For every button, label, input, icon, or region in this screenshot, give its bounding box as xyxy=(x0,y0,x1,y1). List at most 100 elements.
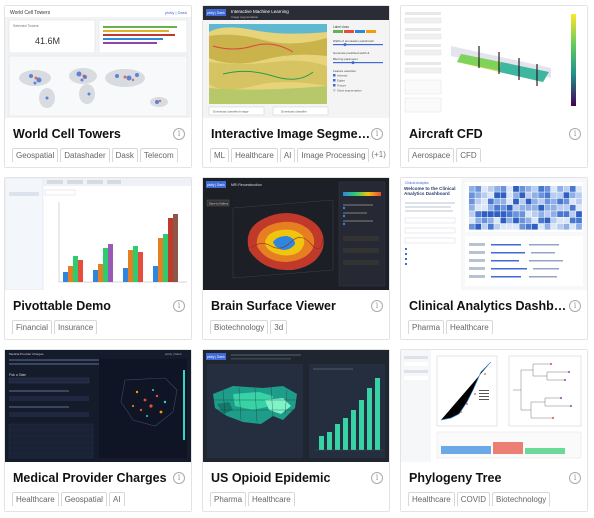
app-thumbnail[interactable] xyxy=(401,350,587,462)
app-title[interactable]: Interactive Image Segmenta... xyxy=(211,127,371,141)
tag[interactable]: Datashader xyxy=(60,148,110,162)
heatmap-cell xyxy=(519,186,526,192)
width-label: Width of annotation paintbrush xyxy=(333,39,374,43)
thumb-header: World Cell Towers xyxy=(10,10,51,16)
heatmap-cell xyxy=(513,198,519,205)
heatmap-cell xyxy=(525,217,532,224)
tag[interactable]: Pharma xyxy=(210,492,247,506)
info-icon[interactable]: i xyxy=(173,300,185,312)
heatmap-cell xyxy=(538,223,545,230)
download-image-button: Download classified image xyxy=(213,110,249,114)
tag-list: Pharma Healthcare xyxy=(210,492,388,506)
info-icon[interactable]: i xyxy=(173,472,185,484)
heatmap-cell xyxy=(557,198,563,205)
tag[interactable]: 3d xyxy=(270,320,288,334)
heatmap-cell xyxy=(538,186,545,192)
app-card-aircraft-cfd[interactable]: Aircraft CFD i Aerospace CFD xyxy=(400,5,588,168)
info-icon[interactable]: i xyxy=(569,472,581,484)
tag[interactable]: ML xyxy=(210,148,230,162)
app-title[interactable]: World Cell Towers xyxy=(13,127,173,141)
tag[interactable]: Insurance xyxy=(54,320,98,334)
app-card-phylogeny-tree[interactable]: Phylogeny Tree i Healthcare COVID Biotechn… xyxy=(400,349,588,512)
info-icon[interactable]: i xyxy=(173,128,185,140)
heatmap-cell xyxy=(481,186,488,192)
tag-list: Financial Insurance xyxy=(12,320,190,334)
app-gallery: World Cell Towers plotly | Dash Selected… xyxy=(0,0,594,518)
app-title[interactable]: US Opioid Epidemic xyxy=(211,471,371,485)
app-thumbnail[interactable] xyxy=(401,6,587,118)
app-card-brain-surface-viewer[interactable]: plotly | Dash MRI Reconstruction Save to… xyxy=(202,177,390,340)
tag[interactable]: Biotechnology xyxy=(210,320,269,334)
heatmap-cell xyxy=(487,204,494,211)
tag[interactable]: CFD xyxy=(456,148,481,162)
tag[interactable]: Image Processing xyxy=(297,148,370,162)
tag[interactable]: Healthcare xyxy=(231,148,278,162)
tag[interactable]: COVID xyxy=(456,492,491,506)
tag[interactable]: AI xyxy=(108,492,125,506)
heatmap-cell xyxy=(487,217,494,224)
more-tags-count[interactable]: (+1) xyxy=(371,148,385,162)
app-thumbnail[interactable]: plotly | Dash MRI Reconstruction Save to… xyxy=(203,178,389,290)
app-thumbnail[interactable]: World Cell Towers plotly | Dash Selected… xyxy=(5,6,191,118)
info-icon[interactable]: i xyxy=(569,128,581,140)
heatmap-cell xyxy=(475,198,482,205)
dash-logo: plotly | Dash xyxy=(207,183,225,187)
heatmap-cell xyxy=(525,204,532,211)
heatmap-cell xyxy=(500,217,507,224)
heatmap-cell xyxy=(557,204,563,211)
heatmap-cell xyxy=(550,204,557,211)
tag[interactable]: Geospatial xyxy=(60,492,107,506)
heatmap-cell xyxy=(525,192,532,199)
tag[interactable]: Geospatial xyxy=(12,148,59,162)
heatmap-cell xyxy=(513,217,519,224)
app-card-medical-provider-charges[interactable]: Medical Provider Charges plotly | Dash P… xyxy=(4,349,192,512)
heatmap-cell xyxy=(525,186,532,192)
prob-label: Generate predicted width & xyxy=(333,51,369,55)
thumb-header: Medical Provider Charges xyxy=(9,352,44,356)
info-icon[interactable]: i xyxy=(371,472,383,484)
app-card-us-opioid-epidemic[interactable]: plotly | Dash US Opioid Epidemic i Pharm… xyxy=(202,349,390,512)
app-title[interactable]: Brain Surface Viewer xyxy=(211,299,371,313)
app-title[interactable]: Clinical Analytics Dashboard xyxy=(409,299,569,313)
tag[interactable]: Dask xyxy=(111,148,138,162)
app-card-world-cell-towers[interactable]: World Cell Towers plotly | Dash Selected… xyxy=(4,5,192,168)
heatmap-cell xyxy=(494,186,500,192)
app-title[interactable]: Phylogeny Tree xyxy=(409,471,569,485)
app-thumbnail[interactable]: plotly | Dash xyxy=(203,350,389,462)
tag[interactable]: AI xyxy=(279,148,296,162)
tag[interactable]: Biotechnology xyxy=(492,492,551,506)
info-icon[interactable]: i xyxy=(371,128,383,140)
info-icon[interactable]: i xyxy=(371,300,383,312)
tag[interactable]: Telecom xyxy=(139,148,178,162)
tag[interactable]: Aerospace xyxy=(408,148,455,162)
app-title[interactable]: Medical Provider Charges xyxy=(13,471,173,485)
app-title[interactable]: Aircraft CFD xyxy=(409,127,569,141)
heatmap-cell xyxy=(481,198,488,205)
app-thumbnail[interactable]: Clinical Analytics Welcome to the Clinic… xyxy=(401,178,587,290)
heatmap-cell xyxy=(563,223,570,230)
tag[interactable]: Financial xyxy=(12,320,53,334)
heatmap-cell xyxy=(475,217,482,224)
heatmap-cell xyxy=(532,223,538,230)
tag[interactable]: Healthcare xyxy=(248,492,295,506)
heatmap-cell xyxy=(500,198,507,205)
app-card-clinical-analytics[interactable]: Clinical Analytics Welcome to the Clinic… xyxy=(400,177,588,340)
blur-label: Blurring parameter xyxy=(333,57,358,61)
heatmap-cell xyxy=(544,211,551,217)
app-thumbnail[interactable] xyxy=(5,178,191,290)
heatmap-cell xyxy=(475,204,482,211)
app-thumbnail[interactable]: Medical Provider Charges plotly | Dash P… xyxy=(5,350,191,462)
tag[interactable]: Healthcare xyxy=(408,492,455,506)
heatmap-cell xyxy=(506,204,513,211)
tag[interactable]: Healthcare xyxy=(12,492,59,506)
tag[interactable]: Healthcare xyxy=(446,320,493,334)
svg-text:Show segmentation: Show segmentation xyxy=(337,89,362,93)
app-card-pivottable-demo[interactable]: Pivottable Demo i Financial Insurance xyxy=(4,177,192,340)
tag[interactable]: Pharma xyxy=(408,320,445,334)
app-title[interactable]: Pivottable Demo xyxy=(13,299,173,313)
app-card-image-segmentation[interactable]: plotly | Dash Interactive Machine Learni… xyxy=(202,5,390,168)
info-icon[interactable]: i xyxy=(569,300,581,312)
app-thumbnail[interactable]: plotly | Dash Interactive Machine Learni… xyxy=(203,6,389,118)
heatmap-cell xyxy=(532,204,538,211)
tag-list: Aerospace CFD xyxy=(408,148,586,162)
